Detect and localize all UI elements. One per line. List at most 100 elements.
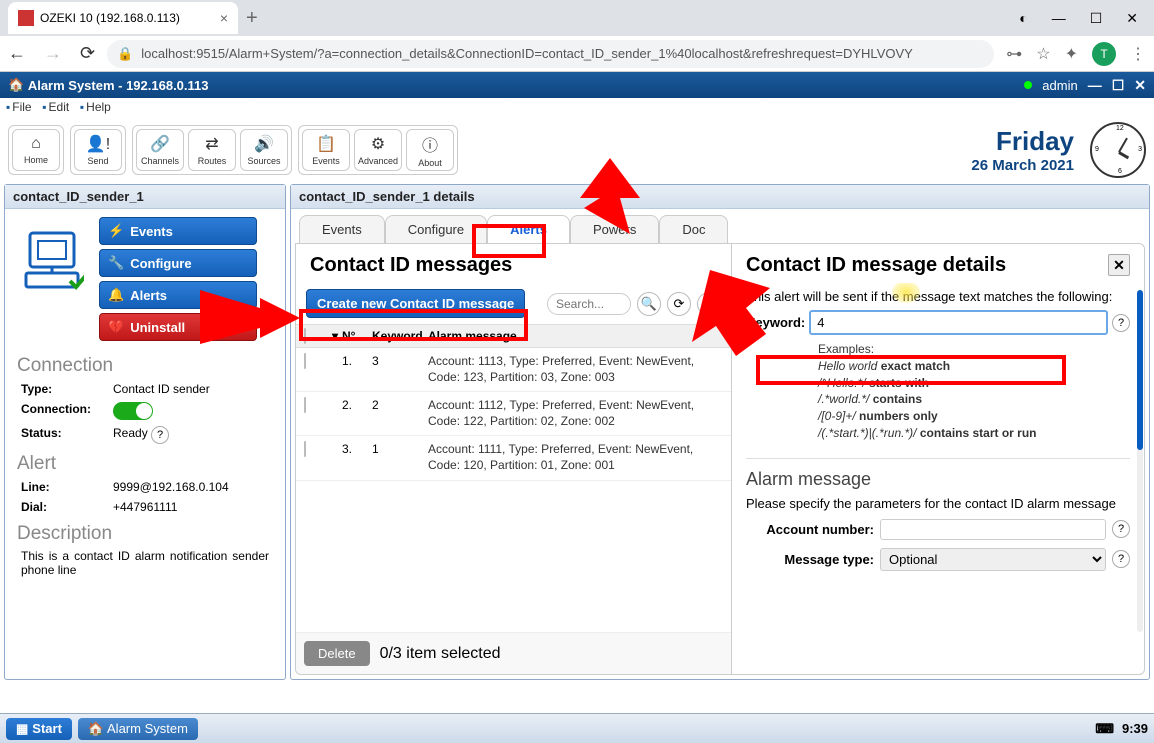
- routes-icon: ⇄: [205, 134, 218, 154]
- create-message-button[interactable]: Create new Contact ID message: [306, 289, 525, 318]
- tab-events[interactable]: Events: [299, 215, 385, 243]
- close-icon[interactable]: ✕: [1108, 254, 1130, 276]
- browser-menu-icon[interactable]: ◐: [1019, 10, 1027, 27]
- configure-button[interactable]: 🔧Configure: [99, 249, 257, 277]
- nav-forward-icon: →: [44, 43, 62, 64]
- description-text: This is a contact ID alarm notification …: [5, 547, 285, 579]
- browser-menu-dots-icon[interactable]: ⋮: [1130, 44, 1146, 64]
- message-type-select[interactable]: Optional: [880, 548, 1106, 571]
- connection-header: Connection: [5, 349, 285, 379]
- tab-close-icon[interactable]: ×: [220, 10, 228, 26]
- help-icon[interactable]: ?: [1112, 550, 1130, 568]
- browser-close-icon[interactable]: ✕: [1126, 10, 1138, 27]
- alarm-message-header: Alarm message: [746, 469, 1130, 490]
- bolt-icon: ⚡: [108, 223, 124, 239]
- url-text: localhost:9515/Alarm+System/?a=connectio…: [141, 46, 913, 61]
- new-tab-button[interactable]: +: [246, 7, 258, 30]
- account-number-label: Account number:: [746, 522, 874, 537]
- send-icon: 👤!: [86, 134, 110, 154]
- events-icon: 📋: [316, 134, 336, 154]
- description-header: Description: [5, 517, 285, 547]
- delete-button[interactable]: Delete: [304, 641, 370, 666]
- nav-reload-icon[interactable]: ⟳: [80, 43, 95, 64]
- tab-title: OZEKI 10 (192.168.0.113): [40, 11, 180, 25]
- browser-maximize-icon[interactable]: ☐: [1090, 10, 1103, 27]
- table-row[interactable]: 2.2Account: 1112, Type: Preferred, Event…: [296, 392, 731, 436]
- status-dot-icon: [1024, 81, 1032, 89]
- intro-text: This alert will be sent if the message t…: [746, 289, 1130, 304]
- messages-header: Contact ID messages: [296, 244, 731, 283]
- search-icon[interactable]: 🔍: [637, 292, 661, 316]
- tab-favicon: [18, 10, 34, 26]
- detail-title: contact_ID_sender_1 details: [291, 185, 1149, 209]
- browser-minimize-icon[interactable]: —: [1052, 10, 1066, 27]
- tool-about[interactable]: ⓘAbout: [406, 129, 454, 171]
- menu-edit[interactable]: Edit: [49, 100, 70, 114]
- house-icon: 🏠: [88, 721, 104, 736]
- keyword-input[interactable]: [809, 310, 1108, 335]
- menubar: ▪File ▪Edit ▪Help: [0, 98, 1154, 116]
- app-title: Alarm System - 192.168.0.113: [28, 78, 209, 93]
- tool-routes[interactable]: ⇄Routes: [188, 129, 236, 171]
- start-button[interactable]: ▦Start: [6, 718, 72, 740]
- about-icon: ⓘ: [422, 132, 438, 156]
- app-minimize-icon[interactable]: —: [1088, 77, 1102, 93]
- help-icon[interactable]: ?: [1112, 520, 1130, 538]
- app-close-icon[interactable]: ✕: [1134, 77, 1146, 94]
- nav-back-icon[interactable]: ←: [8, 43, 26, 64]
- alarm-message-text: Please specify the parameters for the co…: [746, 496, 1130, 511]
- message-type-label: Message type:: [746, 552, 874, 567]
- device-icon: [13, 217, 91, 307]
- table-row[interactable]: 1.3Account: 1113, Type: Preferred, Event…: [296, 348, 731, 392]
- tool-send[interactable]: 👤!Send: [74, 129, 122, 171]
- connection-toggle[interactable]: [113, 402, 153, 420]
- tab-configure[interactable]: Configure: [385, 215, 487, 243]
- app-icon: 🏠: [8, 77, 24, 93]
- tool-sources[interactable]: 🔊Sources: [240, 129, 288, 171]
- checkbox-all[interactable]: [304, 328, 306, 344]
- account-number-input[interactable]: [880, 519, 1106, 540]
- search-input[interactable]: [547, 293, 631, 315]
- url-bar[interactable]: 🔒 localhost:9515/Alarm+System/?a=connect…: [107, 40, 994, 68]
- grid-icon: ▦: [16, 721, 28, 737]
- sources-icon: 🔊: [254, 134, 274, 154]
- app-titlebar: 🏠 Alarm System - 192.168.0.113 admin — ☐…: [0, 72, 1154, 98]
- tool-channels[interactable]: 🔗Channels: [136, 129, 184, 171]
- extensions-icon[interactable]: ✦: [1065, 44, 1078, 64]
- taskbar-app[interactable]: 🏠 Alarm System: [78, 718, 198, 740]
- row-checkbox[interactable]: [304, 441, 306, 457]
- browser-tab[interactable]: OZEKI 10 (192.168.0.113) ×: [8, 2, 238, 34]
- tool-home[interactable]: ⌂Home: [12, 129, 60, 171]
- clock-icon: 12 3 6 9: [1090, 122, 1146, 178]
- star-icon[interactable]: ☆: [1036, 44, 1050, 64]
- help-icon[interactable]: ?: [1112, 314, 1130, 332]
- row-checkbox[interactable]: [304, 353, 306, 369]
- row-checkbox[interactable]: [304, 397, 306, 413]
- help-icon[interactable]: ?: [151, 426, 169, 444]
- advanced-icon: ⚙: [371, 134, 385, 154]
- tool-events[interactable]: 📋Events: [302, 129, 350, 171]
- heart-broken-icon: 💔: [108, 319, 124, 335]
- menu-file[interactable]: File: [12, 100, 31, 114]
- tool-advanced[interactable]: ⚙Advanced: [354, 129, 402, 171]
- app-maximize-icon[interactable]: ☐: [1112, 77, 1125, 94]
- table-row[interactable]: 3.1Account: 1111, Type: Preferred, Event…: [296, 436, 731, 480]
- app-user[interactable]: admin: [1042, 78, 1077, 93]
- events-button[interactable]: ⚡Events: [99, 217, 257, 245]
- scrollbar[interactable]: [1137, 290, 1143, 632]
- channels-icon: 🔗: [150, 134, 170, 154]
- bell-icon: 🔔: [108, 287, 124, 303]
- examples-header: Examples:: [818, 341, 1130, 358]
- key-icon[interactable]: ⊶: [1006, 44, 1022, 64]
- menu-help[interactable]: Help: [86, 100, 111, 114]
- table-header: ▾ N° Keyword Alarm message: [296, 324, 731, 348]
- lock-icon: 🔒: [117, 46, 133, 62]
- taskbar-time: 9:39: [1122, 721, 1148, 736]
- profile-avatar[interactable]: T: [1092, 42, 1116, 66]
- wrench-icon: 🔧: [108, 255, 124, 271]
- detail-header: Contact ID message details: [746, 254, 1006, 277]
- sidebar-title: contact_ID_sender_1: [5, 185, 285, 209]
- alert-header: Alert: [5, 447, 285, 477]
- keyboard-icon[interactable]: ⌨: [1095, 721, 1114, 737]
- tab-doc[interactable]: Doc: [659, 215, 728, 243]
